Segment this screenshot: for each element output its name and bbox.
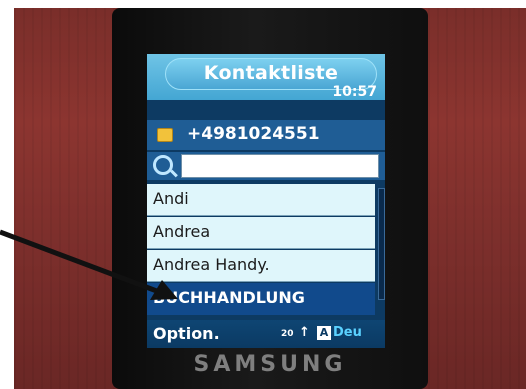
annotation-arrow-shaft (0, 229, 171, 299)
annotation-arrow (0, 229, 178, 300)
